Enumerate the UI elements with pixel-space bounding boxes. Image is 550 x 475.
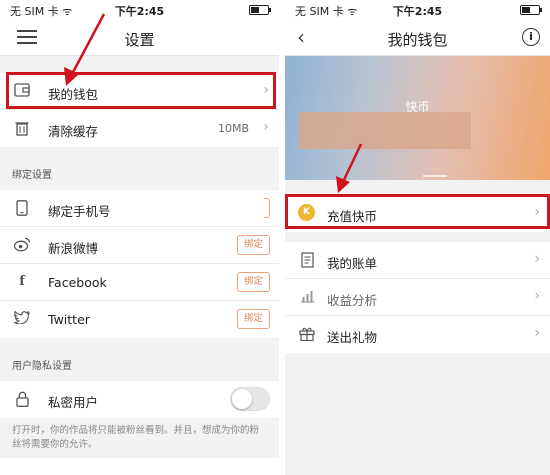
bind-section-header: 绑定设置 — [12, 170, 52, 181]
twitter-icon — [14, 310, 30, 327]
bind-weibo-label: 新浪微博 — [48, 241, 99, 256]
status-bar: 无 SIM 卡 ᯤ 下午2:45 — [285, 0, 550, 20]
chevron-right-icon: › — [534, 251, 540, 267]
clock: 下午2:45 — [114, 5, 165, 18]
stats-icon — [299, 289, 315, 305]
bind-facebook-label: Facebook — [48, 275, 107, 290]
chevron-right-icon: › — [263, 119, 269, 135]
private-user-note: 打开时，你的作品将只能被粉丝看到。并且，想成为你的粉丝将需要你的允许。 — [12, 425, 260, 450]
page-title: 我的钱包 — [387, 31, 448, 49]
privacy-section-header: 用户隐私设置 — [12, 361, 72, 372]
page-title: 设置 — [124, 31, 155, 49]
wallet-screen: 无 SIM 卡 ᯤ 下午2:45 ‹ 我的钱包 i 快币 K 充值快币 › 我的… — [285, 0, 550, 475]
wallet-navbar: ‹ 我的钱包 i — [285, 20, 550, 56]
bill-label: 我的账单 — [327, 256, 378, 271]
bind-facebook-button[interactable]: 绑定 — [237, 272, 270, 292]
chevron-right-icon: › — [534, 288, 540, 304]
section-gap — [285, 232, 550, 242]
general-settings-list: 我的钱包 › 清除缓存 10MB › — [0, 73, 279, 147]
lock-icon — [14, 391, 30, 407]
bind-weibo-row[interactable]: 新浪微博 绑定 — [0, 227, 279, 264]
chevron-right-icon: › — [534, 204, 540, 220]
coin-balance-redacted — [299, 112, 471, 149]
bind-weibo-button[interactable]: 绑定 — [237, 235, 270, 255]
trash-icon — [14, 120, 30, 136]
wallet-label: 我的钱包 — [48, 87, 99, 102]
settings-navbar: 设置 — [0, 20, 279, 56]
recharge-row[interactable]: K 充值快币 › — [285, 195, 550, 232]
chevron-right-icon: › — [263, 82, 269, 98]
bill-icon — [299, 252, 315, 268]
wallet-row[interactable]: 我的钱包 › — [0, 73, 279, 110]
private-user-label: 私密用户 — [48, 395, 99, 410]
clock: 下午2:45 — [392, 5, 443, 18]
bind-facebook-row[interactable]: f Facebook 绑定 — [0, 264, 279, 301]
settings-screen: 无 SIM 卡 ᯤ 下午2:45 设置 我的钱包 › 清除缓存 10MB › 绑… — [0, 0, 279, 475]
gift-row[interactable]: 送出礼物 › — [285, 316, 550, 353]
phone-icon — [14, 200, 30, 216]
bind-twitter-row[interactable]: Twitter 绑定 — [0, 301, 279, 338]
info-icon[interactable]: i — [522, 28, 540, 46]
cache-size: 10MB — [217, 122, 249, 135]
private-user-row: 私密用户 — [0, 381, 279, 418]
bill-row[interactable]: 我的账单 › — [285, 242, 550, 279]
privacy-list: 私密用户 — [0, 381, 279, 418]
wallet-actions-top: K 充值快币 › — [285, 195, 550, 232]
facebook-icon: f — [19, 274, 25, 289]
gift-icon — [299, 326, 315, 342]
coin-balance-banner: 快币 — [285, 56, 550, 180]
bind-accounts-list: 绑定手机号 新浪微博 绑定 f Facebook 绑定 Twitter 绑定 — [0, 190, 279, 338]
chevron-right-icon: › — [534, 325, 540, 341]
bind-twitter-label: Twitter — [48, 312, 90, 327]
clear-cache-row[interactable]: 清除缓存 10MB › — [0, 110, 279, 147]
private-user-toggle[interactable] — [230, 387, 270, 411]
gift-label: 送出礼物 — [327, 330, 378, 345]
bind-twitter-button[interactable]: 绑定 — [237, 309, 270, 329]
stats-row[interactable]: 收益分析 › — [285, 279, 550, 316]
next-row-partial — [0, 458, 279, 475]
recharge-label: 充值快币 — [327, 209, 378, 224]
battery-icon — [249, 5, 271, 15]
battery-icon — [520, 5, 542, 15]
coin-icon: K — [298, 204, 315, 221]
banner-indicator — [423, 175, 447, 177]
bind-phone-label: 绑定手机号 — [48, 204, 111, 219]
wallet-actions-list: 我的账单 › 收益分析 › 送出礼物 › — [285, 242, 550, 353]
bind-phone-button[interactable] — [264, 198, 270, 218]
bind-phone-row[interactable]: 绑定手机号 — [0, 190, 279, 227]
stats-label: 收益分析 — [327, 293, 378, 308]
wallet-icon — [14, 83, 30, 99]
status-bar: 无 SIM 卡 ᯤ 下午2:45 — [0, 0, 279, 20]
clear-cache-label: 清除缓存 — [48, 124, 99, 139]
weibo-icon — [13, 237, 31, 253]
